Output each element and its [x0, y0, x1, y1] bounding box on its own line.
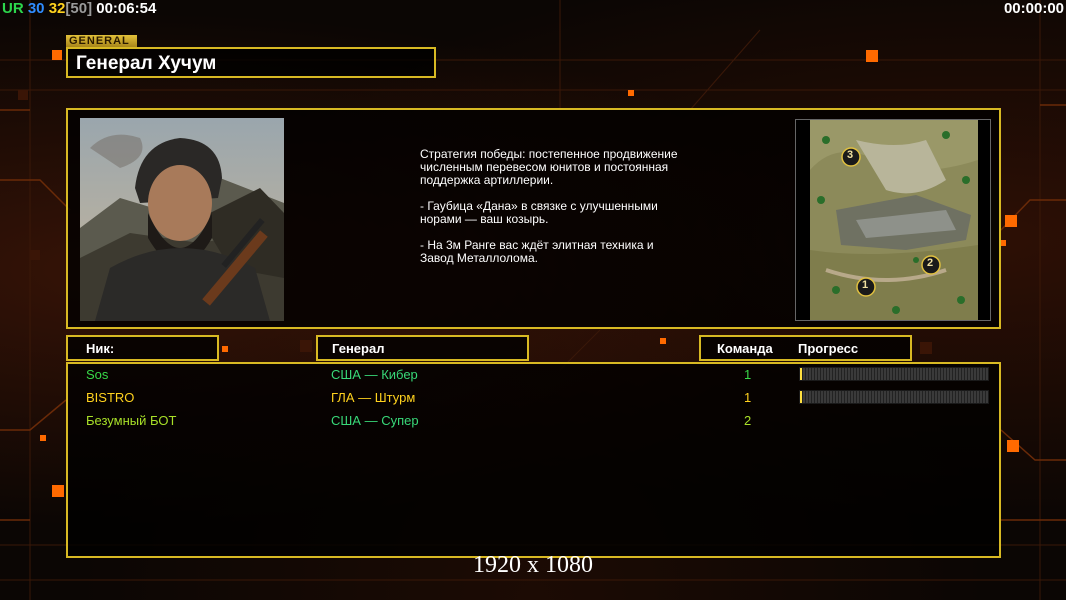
general-description: Стратегия победы: постепенное продвижени… — [420, 148, 680, 278]
column-header-nick: Ник: — [66, 335, 219, 361]
player-row: Безумный БОТ США — Супер 2 — [68, 410, 999, 432]
progress-fill — [800, 391, 802, 403]
hud-elapsed-time: 00:06:54 — [96, 0, 157, 17]
hud-countdown-time: 00:00:00 — [1003, 0, 1064, 17]
general-portrait — [80, 118, 284, 321]
player-progress-bar — [799, 367, 989, 381]
column-header-general-label: Генерал — [332, 341, 385, 356]
description-line: - На 3м Ранге вас ждёт элитная техника и… — [420, 238, 654, 265]
description-line: - Гаубица «Дана» в связке с улучшенными … — [420, 199, 658, 226]
player-team: 1 — [744, 367, 752, 382]
hud-bracket-count: [50] — [65, 0, 93, 17]
player-team: 2 — [744, 413, 752, 428]
column-header-general: Генерал — [316, 335, 529, 361]
hud-blue-count: 30 — [27, 0, 45, 17]
hud-yellow-count: 32 — [48, 0, 66, 17]
player-general: США — Супер — [331, 413, 419, 428]
player-team: 1 — [744, 390, 752, 405]
player-nick: BISTRO — [86, 390, 135, 405]
player-general: США — Кибер — [331, 367, 418, 382]
column-header-team-label: Команда — [717, 341, 773, 356]
column-header-progress-label: Прогресс — [798, 341, 859, 356]
player-row: Sos США — Кибер 1 — [68, 364, 999, 386]
player-nick: Безумный БОТ — [86, 413, 177, 428]
players-table: Sos США — Кибер 1 BISTRO ГЛА — Штурм 1 Б… — [66, 362, 1001, 558]
start-position-1: 1 — [862, 279, 869, 291]
column-header-nick-label: Ник: — [86, 341, 115, 356]
description-line: Стратегия победы: постепенное продвижени… — [420, 147, 678, 187]
general-title-panel: Генерал Хучум — [66, 47, 436, 78]
resolution-label: 1920 x 1080 — [473, 552, 593, 578]
progress-fill — [800, 368, 802, 380]
hud-ur-label: UR — [2, 0, 24, 17]
player-general: ГЛА — Штурм — [331, 390, 416, 405]
start-position-3: 3 — [847, 149, 854, 161]
general-tag-label: GENERAL — [66, 35, 137, 47]
general-name: Генерал Хучум — [76, 53, 217, 74]
player-nick: Sos — [86, 367, 109, 382]
start-position-2: 2 — [927, 257, 934, 269]
column-header-team-progress: Команда Прогресс — [699, 335, 912, 361]
general-info-panel: Стратегия победы: постепенное продвижени… — [66, 108, 1001, 329]
player-progress-bar — [799, 390, 989, 404]
player-row: BISTRO ГЛА — Штурм 1 — [68, 387, 999, 409]
hud-stats: UR 30 32[50] 00:06:54 — [2, 0, 156, 18]
minimap: 3 2 1 — [795, 119, 991, 321]
